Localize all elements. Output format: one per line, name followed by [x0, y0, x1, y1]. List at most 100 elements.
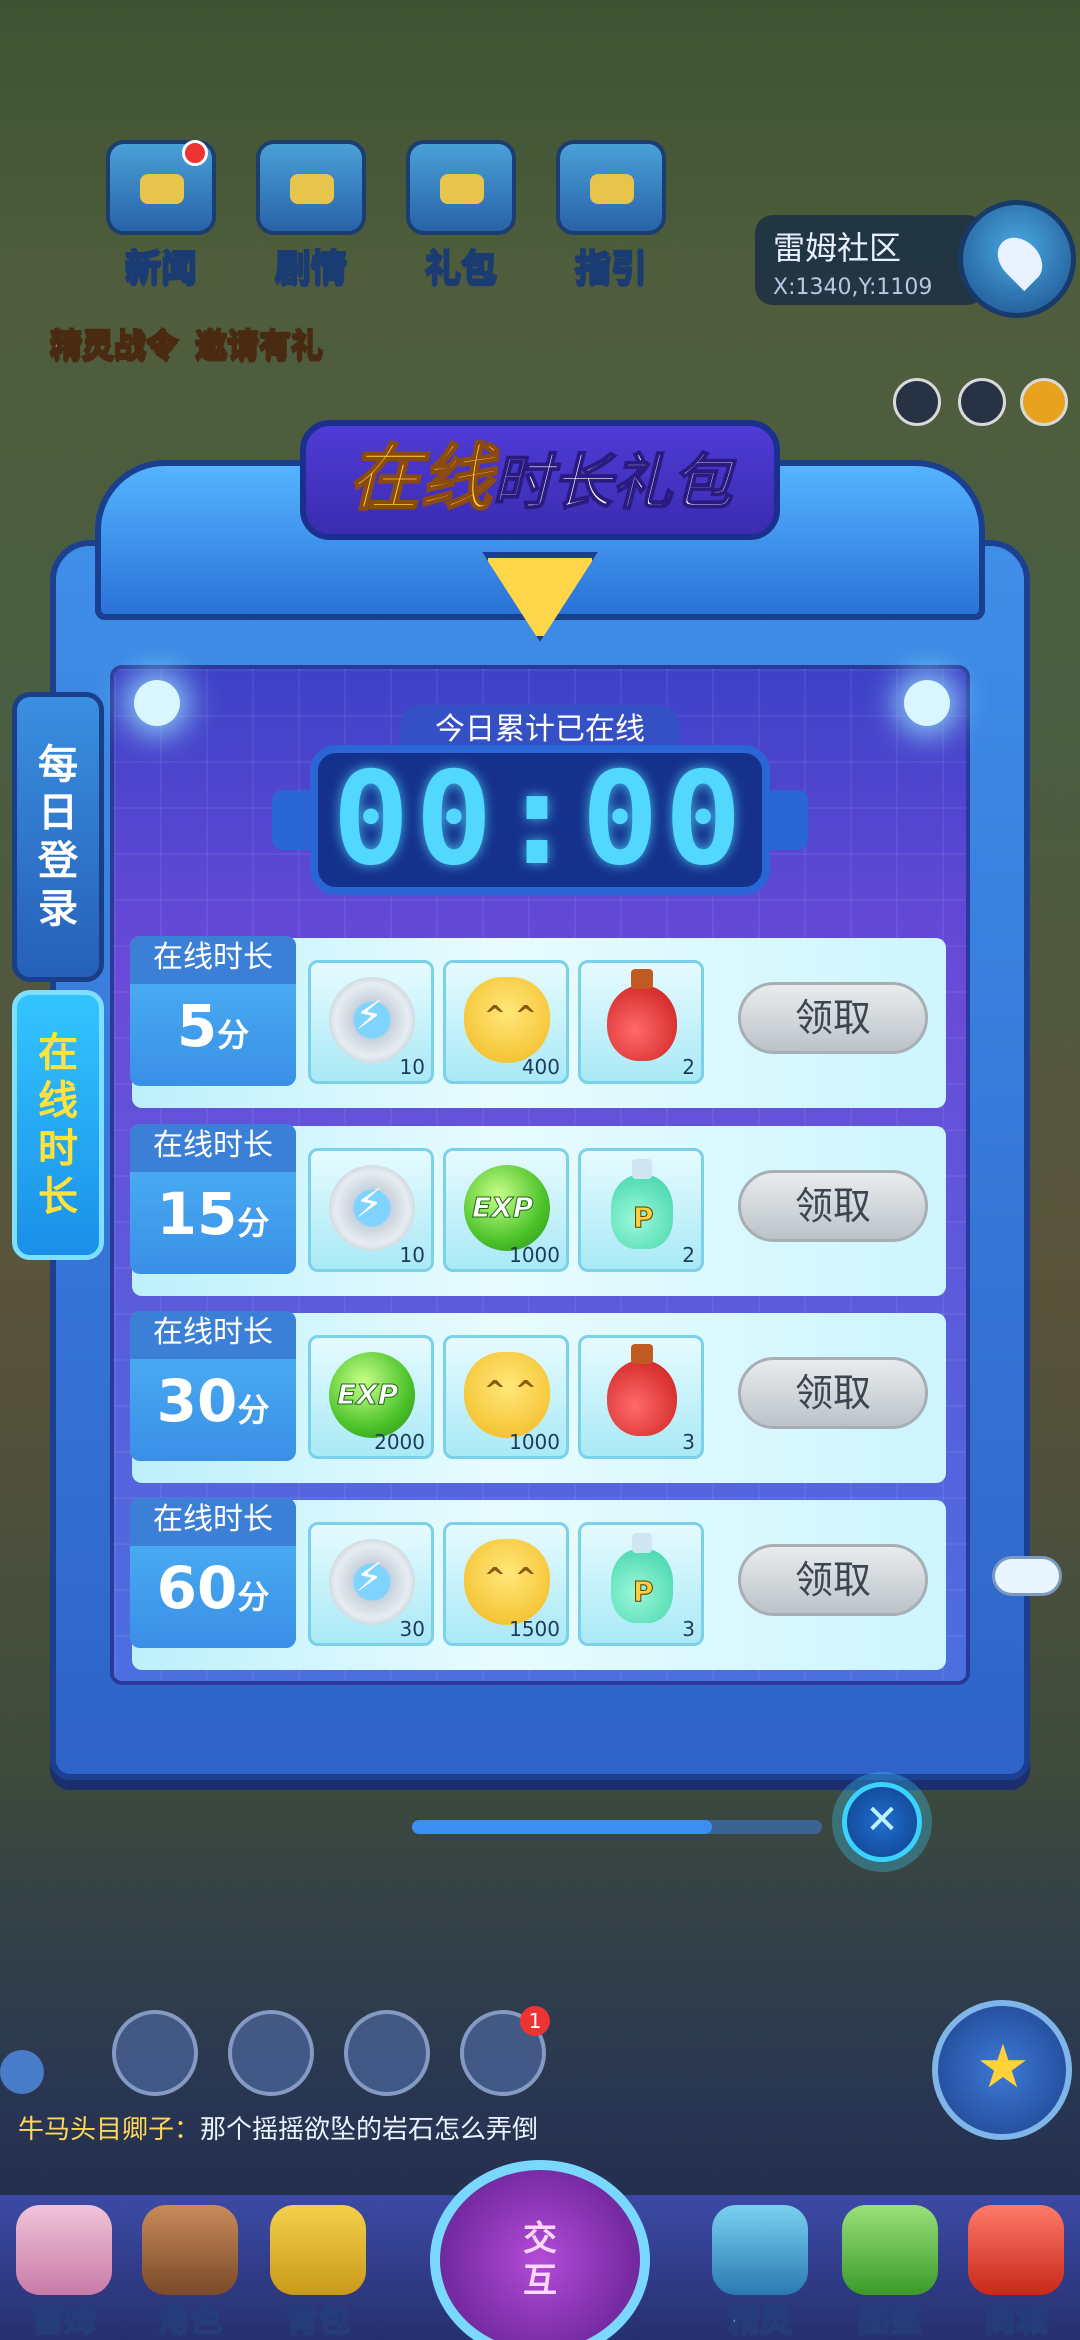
tab-daily-login[interactable]: 每日登录 — [12, 692, 104, 982]
location-coords: X:1340,Y:1109 — [773, 275, 933, 300]
leimu-avatar-icon — [16, 2205, 112, 2295]
lightning-badge-icon — [329, 1165, 415, 1251]
story-button[interactable]: 剧情 — [246, 140, 376, 290]
cat-coin-icon — [464, 977, 550, 1063]
star-button[interactable] — [932, 2000, 1072, 2140]
reward-row: 在线时长 5分 10 400 2 领取 — [130, 936, 946, 1108]
notification-badge: 1 — [520, 2006, 550, 2036]
news-button[interactable]: 新闻 — [96, 140, 226, 290]
shop-icon — [968, 2205, 1064, 2295]
claim-button[interactable]: 领取 — [738, 1170, 928, 1242]
map-button[interactable] — [958, 200, 1076, 318]
nav-label: 精灵 — [727, 2300, 793, 2340]
item-count: 10 — [399, 1243, 425, 1267]
cat-coin-icon — [464, 1352, 550, 1438]
panel-title-rest: 时长礼包 — [491, 447, 733, 519]
location-display: 雷姆社区 X:1340,Y:1109 — [755, 215, 985, 305]
invite-label: 邀请有礼 — [194, 325, 324, 365]
item-count: 3 — [682, 1430, 695, 1454]
gift-icon — [406, 140, 516, 235]
quick-action-2-icon[interactable] — [228, 2010, 314, 2096]
row-unit: 分 — [237, 1578, 270, 1616]
news-label: 新闻 — [124, 247, 198, 290]
p-potion-icon — [611, 1533, 673, 1623]
nav-backpack[interactable]: 背包 — [258, 2205, 378, 2340]
reward-item[interactable]: 10 — [308, 1148, 434, 1272]
nav-shop[interactable]: 商城 — [956, 2205, 1076, 2340]
item-count: 1000 — [509, 1243, 560, 1267]
quick-action-4-icon[interactable]: 1 — [460, 2006, 550, 2096]
item-count: 400 — [521, 1055, 560, 1079]
reward-row: 在线时长 30分 2000 1000 3 领取 — [130, 1311, 946, 1483]
nav-character[interactable]: 角色 — [130, 2205, 250, 2340]
row-caption: 在线时长 — [130, 1498, 296, 1546]
spotlight-left-icon — [134, 680, 180, 726]
item-count: 3 — [682, 1617, 695, 1641]
reward-item[interactable]: 10 — [308, 960, 434, 1084]
reward-item[interactable]: 1500 — [443, 1522, 569, 1646]
reward-item[interactable]: 2 — [578, 1148, 704, 1272]
claim-button[interactable]: 领取 — [738, 1544, 928, 1616]
pet-icon[interactable] — [958, 378, 1006, 426]
guide-label: 指引 — [574, 247, 648, 290]
quick-action-3-icon[interactable] — [344, 2010, 430, 2096]
timer-wing-right — [764, 790, 808, 850]
gift-button[interactable]: 礼包 — [396, 140, 526, 290]
quick-action-1-icon[interactable] — [112, 2010, 198, 2096]
chat-icon[interactable] — [0, 2050, 44, 2094]
battle-pass-button[interactable]: 精灵战令 — [49, 320, 179, 430]
invite-button[interactable]: 邀请有礼 — [194, 320, 324, 430]
reward-row: 在线时长 60分 30 1500 3 领取 — [130, 1498, 946, 1670]
chat-message[interactable]: 牛马头目卿子：那个摇摇欲坠的岩石怎么弄倒 — [0, 2112, 640, 2148]
claim-button[interactable]: 领取 — [738, 982, 928, 1054]
reward-row: 在线时长 15分 10 1000 2 领取 — [130, 1124, 946, 1296]
item-count: 1000 — [509, 1430, 560, 1454]
reward-item[interactable]: 3 — [578, 1522, 704, 1646]
airship-icon[interactable] — [992, 1556, 1062, 1596]
panel-title-highlight: 在线 — [347, 435, 493, 521]
sound-icon[interactable] — [893, 378, 941, 426]
spirit-icon — [712, 2205, 808, 2295]
row-time-tag: 在线时长 30分 — [130, 1311, 296, 1461]
p-potion-icon — [611, 1159, 673, 1249]
row-caption: 在线时长 — [130, 1311, 296, 1359]
claim-button[interactable]: 领取 — [738, 1357, 928, 1429]
exp-orb-icon — [464, 1165, 550, 1251]
item-count: 30 — [399, 1617, 425, 1641]
tab-online-time-label: 在线时长 — [38, 1030, 78, 1220]
reward-item[interactable]: 30 — [308, 1522, 434, 1646]
guide-button[interactable]: 指引 — [546, 140, 676, 290]
close-icon: ✕ — [865, 1797, 899, 1843]
nav-spirits[interactable]: 精灵 — [700, 2205, 820, 2340]
row-minutes: 5 — [176, 992, 218, 1060]
chat-text: 那个摇摇欲坠的岩石怎么弄倒 — [200, 2115, 539, 2145]
close-button[interactable]: ✕ — [842, 1782, 922, 1862]
reward-item[interactable]: 2 — [578, 960, 704, 1084]
item-count: 1500 — [509, 1617, 560, 1641]
location-name: 雷姆社区 — [773, 229, 902, 267]
chat-speaker: 牛马头目卿子： — [18, 2115, 201, 2145]
nav-label: 角色 — [157, 2300, 223, 2340]
reward-item[interactable]: 3 — [578, 1335, 704, 1459]
gift-label: 礼包 — [424, 247, 498, 290]
nav-leimu[interactable]: 雷姆 — [4, 2205, 124, 2340]
menu-icon[interactable] — [1020, 378, 1068, 426]
backpack-icon — [270, 2205, 366, 2295]
nav-codex[interactable]: 图鉴 — [830, 2205, 950, 2340]
exp-orb-icon — [329, 1352, 415, 1438]
battle-pass-label: 精灵战令 — [49, 325, 179, 365]
row-minutes: 30 — [156, 1367, 238, 1435]
scroll-thumb[interactable] — [412, 1820, 712, 1834]
tab-online-time[interactable]: 在线时长 — [12, 990, 104, 1260]
reward-item[interactable]: 1000 — [443, 1335, 569, 1459]
item-count: 10 — [399, 1055, 425, 1079]
row-caption: 在线时长 — [130, 1124, 296, 1172]
reward-item[interactable]: 2000 — [308, 1335, 434, 1459]
red-potion-icon — [607, 969, 677, 1061]
reward-item[interactable]: 400 — [443, 960, 569, 1084]
reward-item[interactable]: 1000 — [443, 1148, 569, 1272]
row-unit: 分 — [217, 1016, 250, 1054]
item-count: 2 — [682, 1243, 695, 1267]
panel-title: 在线时长礼包 — [300, 420, 780, 540]
item-count: 2 — [682, 1055, 695, 1079]
